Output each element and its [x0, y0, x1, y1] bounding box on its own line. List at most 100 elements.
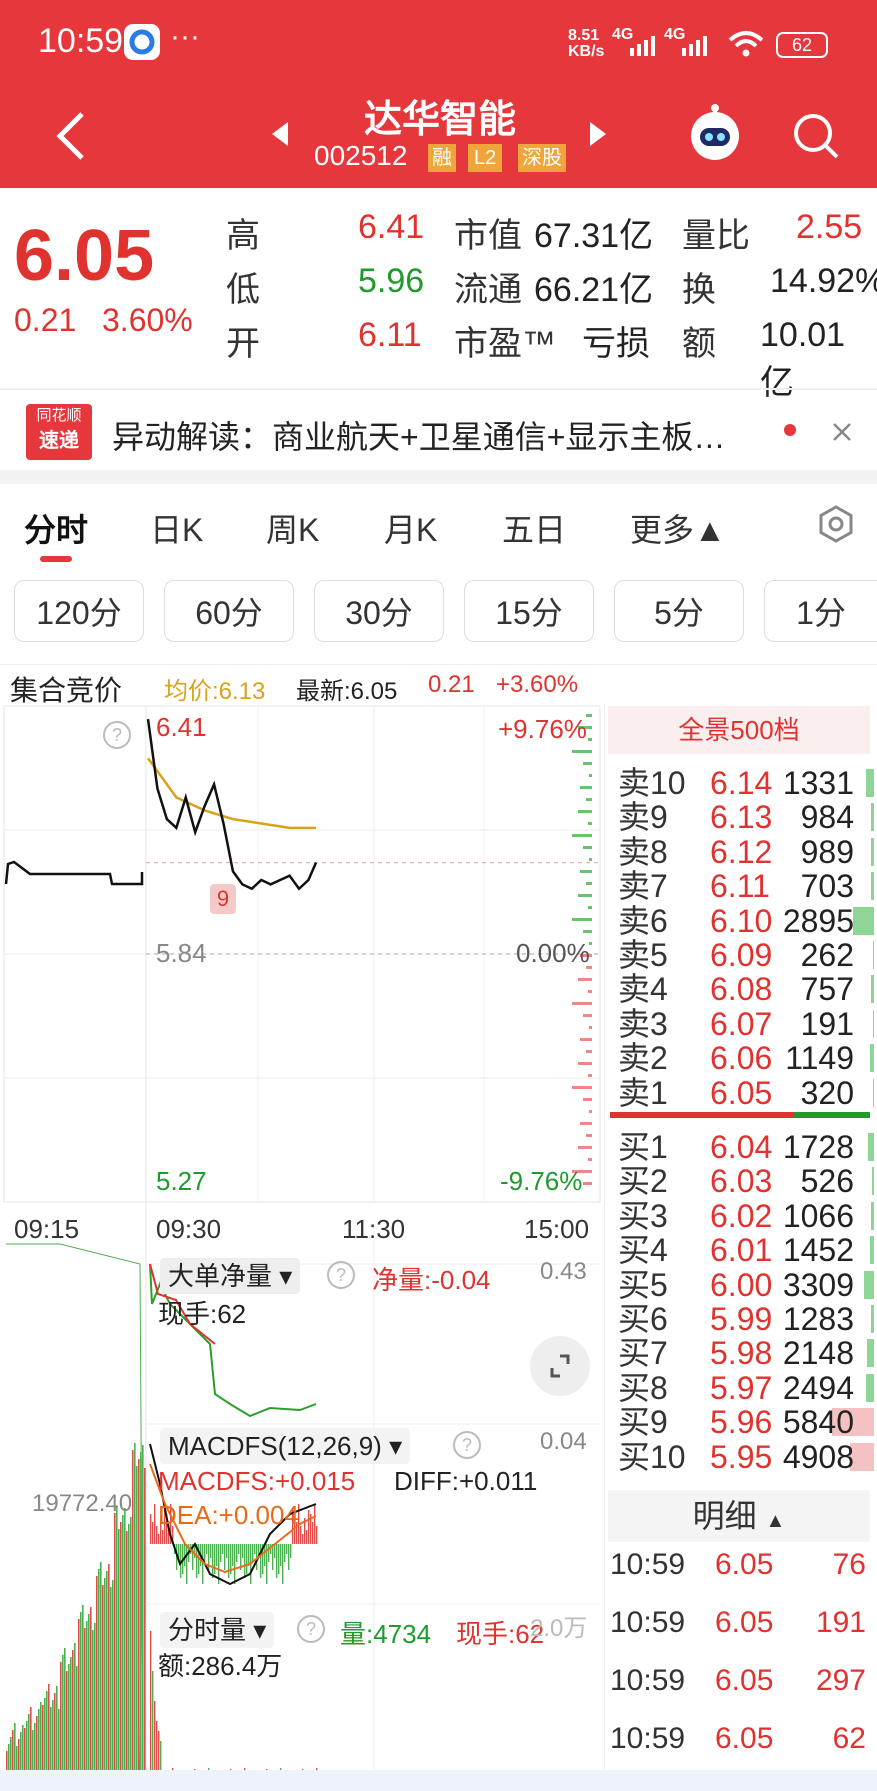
sell-level[interactable]: 卖10 6.14 1331 — [618, 766, 874, 800]
svg-text:?: ? — [336, 1265, 346, 1285]
price-change-pct: 3.60% — [102, 302, 193, 338]
tab-weekly-k[interactable]: 周K — [266, 505, 319, 551]
depth-tick — [580, 1038, 592, 1041]
bottom-bar — [0, 1770, 877, 1791]
settings-hex-icon[interactable] — [816, 504, 856, 544]
period-60m[interactable]: 60分 — [164, 580, 294, 642]
sell-level[interactable]: 卖2 6.06 1149 — [618, 1041, 874, 1075]
tab-five-day[interactable]: 五日 — [502, 505, 566, 551]
auction-volume-bar — [118, 1529, 120, 1791]
level-label: 买6 — [618, 1301, 668, 1337]
level-volume-bar — [868, 1133, 874, 1161]
badge-l2: L2 — [468, 144, 503, 172]
period-120m[interactable]: 120分 — [14, 580, 144, 642]
next-stock-icon[interactable] — [588, 120, 608, 148]
depth-tick — [583, 930, 592, 933]
tab-daily-k[interactable]: 日K — [150, 505, 203, 551]
expand-button[interactable] — [530, 1336, 590, 1396]
period-30m[interactable]: 30分 — [314, 580, 444, 642]
trade-row: 10:59 6.05 191 — [610, 1606, 872, 1646]
sell-level[interactable]: 卖1 6.05 320 — [618, 1076, 874, 1110]
level-volume: 1728 — [782, 1129, 854, 1165]
trade-time: 10:59 — [610, 1606, 686, 1639]
minute-volume-bar — [150, 1631, 152, 1791]
macd-bar — [226, 1544, 228, 1558]
back-arrow-icon[interactable] — [52, 110, 88, 162]
macd-bar — [312, 1522, 314, 1544]
level-price: 6.07 — [710, 1005, 773, 1042]
sell-level[interactable]: 卖4 6.08 757 — [618, 972, 874, 1006]
help-icon[interactable]: ? — [102, 720, 132, 750]
level-label: 买10 — [618, 1438, 686, 1475]
indicator3-selector[interactable]: 分时量 ▾ — [160, 1612, 275, 1648]
period-1m[interactable]: 1分 — [764, 580, 877, 642]
sell-level[interactable]: 卖8 6.12 989 — [618, 835, 874, 869]
buy-level[interactable]: 买10 5.95 4908 — [618, 1440, 874, 1474]
buy-level[interactable]: 买6 5.99 1283 — [618, 1302, 874, 1336]
help-icon[interactable]: ? — [326, 1260, 356, 1290]
level-label: 买2 — [618, 1163, 668, 1200]
tab-more[interactable]: 更多▲ — [630, 505, 726, 551]
level-volume-bar — [867, 1339, 874, 1368]
level-volume-bar — [872, 941, 874, 969]
latest-change: 0.21 — [428, 671, 475, 698]
auction-price-line — [4, 860, 144, 886]
sell-level[interactable]: 卖3 6.07 191 — [618, 1007, 874, 1041]
news-banner[interactable]: 同花顺 速递 异动解读：商业航天+卫星通信+显示主板… — [0, 388, 877, 470]
buy-level[interactable]: 买4 6.01 1452 — [618, 1233, 874, 1267]
macd-bar — [246, 1544, 248, 1574]
stat-value-pe: 亏损 — [582, 325, 650, 363]
auction-volume-bar — [102, 1585, 104, 1791]
prev-stock-icon[interactable] — [270, 120, 290, 148]
trade-volume: 76 — [832, 1548, 866, 1581]
help-icon[interactable]: ? — [296, 1614, 326, 1644]
unread-dot — [784, 424, 796, 436]
buy-level[interactable]: 买1 6.04 1728 — [618, 1130, 874, 1164]
tab-monthly-k[interactable]: 月K — [384, 505, 437, 551]
period-5m[interactable]: 5分 — [614, 580, 744, 642]
pct-axis-low: -9.76% — [500, 1166, 583, 1196]
indicator1-selector[interactable]: 大单净量 ▾ — [160, 1258, 301, 1294]
help-icon[interactable]: ? — [452, 1430, 482, 1460]
level-volume: 2895 — [782, 902, 854, 939]
buy-level[interactable]: 买5 6.00 3309 — [618, 1268, 874, 1302]
badge-margin: 融 — [428, 144, 456, 172]
period-15m[interactable]: 15分 — [464, 580, 594, 642]
macd-bar — [222, 1544, 224, 1554]
sell-buy-ratio-red — [610, 1112, 794, 1118]
level-volume: 703 — [800, 868, 854, 905]
depth-tick — [578, 810, 592, 813]
macd-bar — [278, 1544, 280, 1574]
level-label: 卖10 — [618, 765, 686, 801]
stat-label-float: 流通 — [454, 271, 522, 309]
search-icon[interactable] — [790, 110, 842, 162]
price-change: 0.21 — [14, 302, 77, 338]
indicator2-selector[interactable]: MACDFS(12,26,9) ▾ — [160, 1428, 411, 1464]
close-icon[interactable] — [830, 420, 854, 444]
signal-marker[interactable]: 9 — [210, 884, 236, 914]
level-price: 5.97 — [710, 1369, 773, 1406]
auction-volume-bar — [92, 1630, 94, 1791]
sell-level[interactable]: 卖9 6.13 984 — [618, 800, 874, 834]
orderbook-header[interactable]: 全景500档 — [608, 706, 870, 754]
trade-price: 6.05 — [715, 1548, 774, 1581]
detail-header[interactable]: 明细 ▲ — [608, 1490, 870, 1542]
tab-intraday[interactable]: 分时 — [24, 505, 88, 551]
buy-level[interactable]: 买7 5.98 2148 — [618, 1336, 874, 1370]
sell-level[interactable]: 卖6 6.10 2895 — [618, 904, 874, 938]
signal-icon-2 — [682, 36, 707, 56]
macd-bar — [314, 1504, 316, 1544]
buy-level[interactable]: 买2 6.03 526 — [618, 1164, 874, 1198]
sell-level[interactable]: 卖7 6.11 703 — [618, 869, 874, 903]
buy-level[interactable]: 买3 6.02 1066 — [618, 1199, 874, 1233]
sell-level[interactable]: 卖5 6.09 262 — [618, 938, 874, 972]
robot-assistant-icon[interactable] — [684, 102, 746, 164]
indicator3-max: 2.0万 — [530, 1615, 588, 1642]
buy-level[interactable]: 买8 5.97 2494 — [618, 1371, 874, 1405]
stat-label-high: 高 — [226, 217, 260, 255]
macd-bar — [232, 1544, 234, 1566]
stock-name: 达华智能 — [363, 99, 516, 141]
trade-volume: 62 — [832, 1722, 866, 1755]
buy-level[interactable]: 买9 5.96 5840 — [618, 1405, 874, 1439]
level-volume-bar — [853, 906, 874, 935]
